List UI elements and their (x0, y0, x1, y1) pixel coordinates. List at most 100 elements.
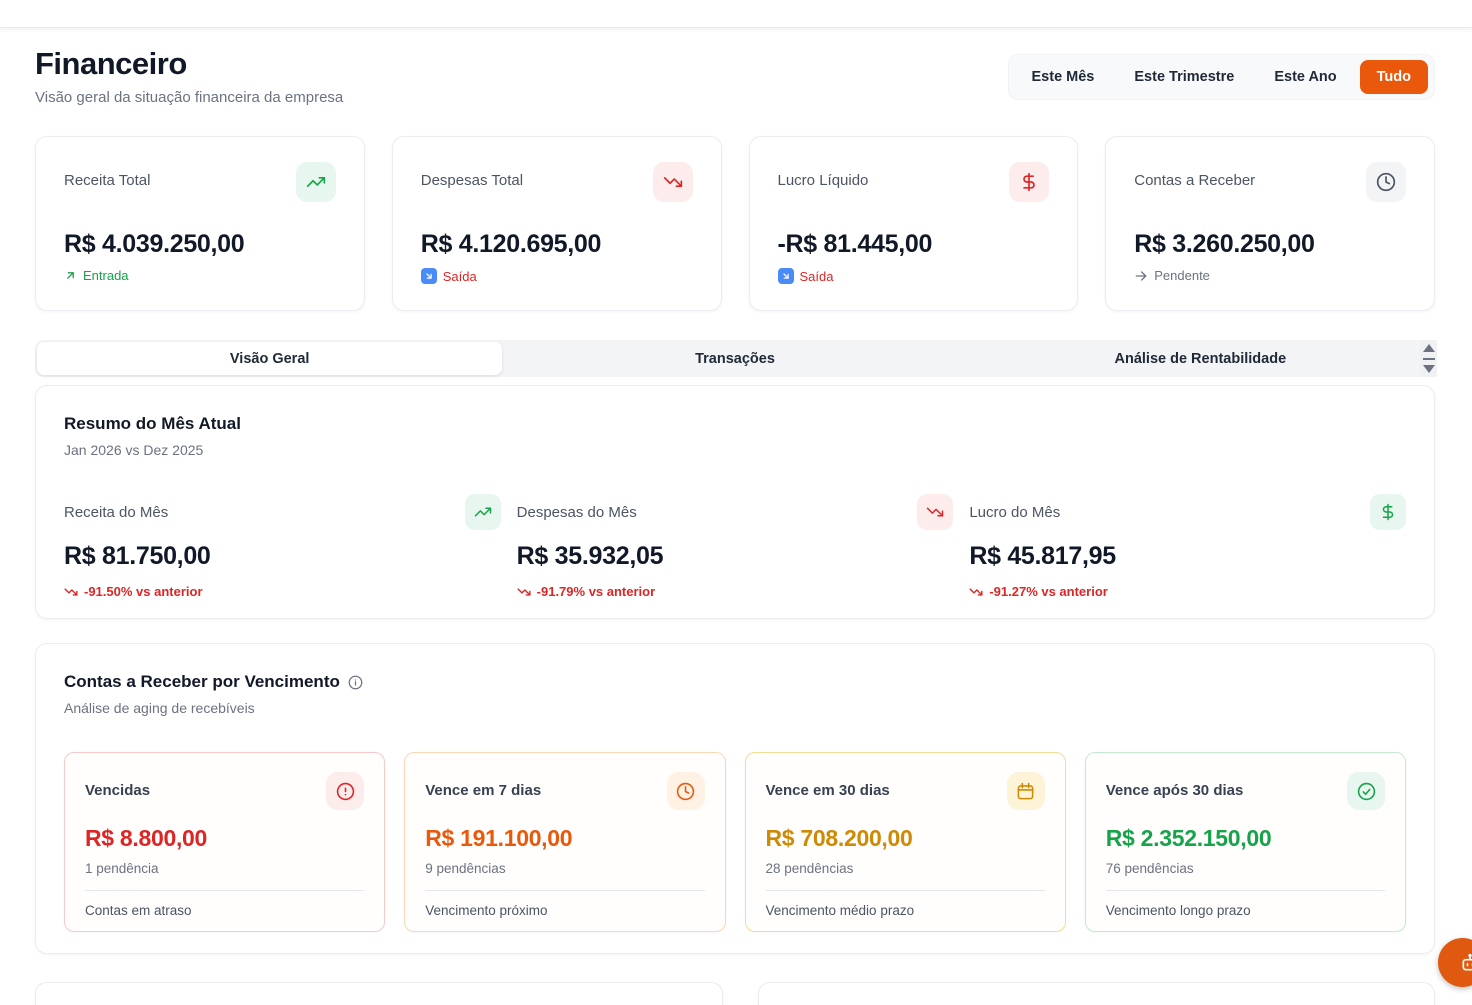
metric-despesas-do-mes: Despesas do Mês R$ 35.932,05 -91.79% vs … (517, 494, 954, 599)
kpi-card-contas-a-receber: Contas a Receber R$ 3.260.250,00 Pendent… (1105, 136, 1435, 311)
arrow-down-right-badge-icon (778, 268, 794, 284)
resumo-metrics-row: Receita do Mês R$ 81.750,00 -91.50% vs a… (64, 494, 1406, 599)
divider (85, 890, 364, 891)
kpi-value: R$ 3.260.250,00 (1134, 230, 1406, 259)
arrow-right-icon (1134, 269, 1148, 283)
spinner-up-arrow-icon[interactable] (1423, 344, 1435, 352)
aging-count: 76 pendências (1106, 861, 1385, 876)
period-filter-group: Este Mês Este Trimestre Este Ano Tudo (1008, 54, 1436, 100)
aging-value: R$ 2.352.150,00 (1106, 825, 1385, 852)
calendar-icon (1007, 772, 1045, 810)
aging-card-apos-30-dias: Vence após 30 dias R$ 2.352.150,00 76 pe… (1085, 752, 1406, 932)
spinner-divider (1423, 358, 1435, 360)
divider (1106, 890, 1385, 891)
page-subtitle: Visão geral da situação financeira da em… (35, 89, 343, 106)
trending-down-icon (517, 585, 531, 599)
aging-card-vencidas: Vencidas R$ 8.800,00 1 pendência Contas … (64, 752, 385, 932)
check-circle-icon (1347, 772, 1385, 810)
kpi-card-receita-total: Receita Total R$ 4.039.250,00 Entrada (35, 136, 365, 311)
filter-tudo[interactable]: Tudo (1360, 60, 1428, 94)
divider (425, 890, 704, 891)
aging-footer: Vencimento médio prazo (766, 903, 1045, 918)
aging-value: R$ 708.200,00 (766, 825, 1045, 852)
metric-receita-do-mes: Receita do Mês R$ 81.750,00 -91.50% vs a… (64, 494, 501, 599)
kpi-card-row: Receita Total R$ 4.039.250,00 Entrada De… (35, 136, 1435, 311)
partial-card-right (758, 982, 1435, 1005)
arrow-down-right-badge-icon (421, 268, 437, 284)
financeiro-dashboard: Financeiro Visão geral da situação finan… (0, 0, 1472, 1005)
alert-circle-icon (326, 772, 364, 810)
metric-label: Lucro do Mês (969, 504, 1060, 521)
metric-value: R$ 45.817,95 (969, 542, 1406, 571)
clock-icon (667, 772, 705, 810)
metric-label: Despesas do Mês (517, 504, 637, 521)
kpi-value: R$ 4.039.250,00 (64, 230, 336, 259)
metric-change-text: -91.79% vs anterior (537, 584, 656, 599)
aging-label: Vencidas (85, 782, 150, 799)
spinner-down-arrow-icon[interactable] (1423, 365, 1435, 373)
aging-title: Contas a Receber por Vencimento (64, 672, 340, 692)
aging-card-30-dias: Vence em 30 dias R$ 708.200,00 28 pendên… (745, 752, 1066, 932)
kpi-card-lucro-liquido: Lucro Líquido -R$ 81.445,00 Saída (749, 136, 1079, 311)
trending-down-icon (64, 585, 78, 599)
partial-card-left (35, 982, 723, 1005)
arrow-up-right-icon (64, 269, 77, 282)
section-tabs: Visão Geral Transações Análise de Rentab… (35, 340, 1435, 377)
aging-footer: Vencimento próximo (425, 903, 704, 918)
tab-analise-rentabilidade[interactable]: Análise de Rentabilidade (968, 342, 1433, 375)
trending-down-icon (969, 585, 983, 599)
kpi-label: Lucro Líquido (778, 172, 869, 189)
aging-footer: Contas em atraso (85, 903, 364, 918)
aging-label: Vence após 30 dias (1106, 782, 1244, 799)
filter-este-ano[interactable]: Este Ano (1257, 60, 1353, 94)
resumo-mes-panel: Resumo do Mês Atual Jan 2026 vs Dez 2025… (35, 385, 1435, 619)
top-bar (0, 0, 1472, 28)
tab-scroll-spinner (1420, 340, 1437, 377)
dollar-icon (1370, 494, 1406, 530)
aging-count: 1 pendência (85, 861, 364, 876)
aging-panel: Contas a Receber por Vencimento Análise … (35, 643, 1435, 954)
kpi-label: Despesas Total (421, 172, 523, 189)
metric-lucro-do-mes: Lucro do Mês R$ 45.817,95 -91.27% vs ant… (969, 494, 1406, 599)
next-section-row (35, 982, 1435, 1005)
trending-down-icon (653, 162, 693, 202)
kpi-label: Receita Total (64, 172, 150, 189)
metric-value: R$ 81.750,00 (64, 542, 501, 571)
divider (766, 890, 1045, 891)
resumo-title: Resumo do Mês Atual (64, 414, 1406, 434)
resumo-subtitle: Jan 2026 vs Dez 2025 (64, 442, 1406, 458)
aging-footer: Vencimento longo prazo (1106, 903, 1385, 918)
trending-up-icon (465, 494, 501, 530)
aging-count: 28 pendências (766, 861, 1045, 876)
kpi-card-despesas-total: Despesas Total R$ 4.120.695,00 Saída (392, 136, 722, 311)
chat-bot-icon (1460, 953, 1466, 973)
tab-transacoes[interactable]: Transações (502, 342, 967, 375)
kpi-value: -R$ 81.445,00 (778, 230, 1050, 259)
aging-count: 9 pendências (425, 861, 704, 876)
metric-label: Receita do Mês (64, 504, 168, 521)
filter-este-trimestre[interactable]: Este Trimestre (1117, 60, 1251, 94)
kpi-value: R$ 4.120.695,00 (421, 230, 693, 259)
aging-value: R$ 8.800,00 (85, 825, 364, 852)
metric-change-text: -91.50% vs anterior (84, 584, 203, 599)
trending-down-icon (917, 494, 953, 530)
kpi-status: Entrada (83, 268, 129, 283)
trending-up-icon (296, 162, 336, 202)
tab-visao-geral[interactable]: Visão Geral (37, 342, 502, 375)
filter-este-mes[interactable]: Este Mês (1015, 60, 1112, 94)
metric-change-text: -91.27% vs anterior (989, 584, 1108, 599)
kpi-label: Contas a Receber (1134, 172, 1255, 189)
aging-label: Vence em 7 dias (425, 782, 541, 799)
aging-value: R$ 191.100,00 (425, 825, 704, 852)
aging-card-row: Vencidas R$ 8.800,00 1 pendência Contas … (64, 752, 1406, 932)
kpi-status: Saída (800, 269, 834, 284)
page-header: Financeiro Visão geral da situação finan… (35, 46, 1435, 106)
dollar-icon (1009, 162, 1049, 202)
kpi-status: Saída (443, 269, 477, 284)
aging-card-7-dias: Vence em 7 dias R$ 191.100,00 9 pendênci… (404, 752, 725, 932)
kpi-status: Pendente (1154, 268, 1210, 283)
clock-icon (1366, 162, 1406, 202)
page-title: Financeiro (35, 46, 343, 82)
aging-label: Vence em 30 dias (766, 782, 890, 799)
info-icon[interactable] (348, 675, 363, 690)
